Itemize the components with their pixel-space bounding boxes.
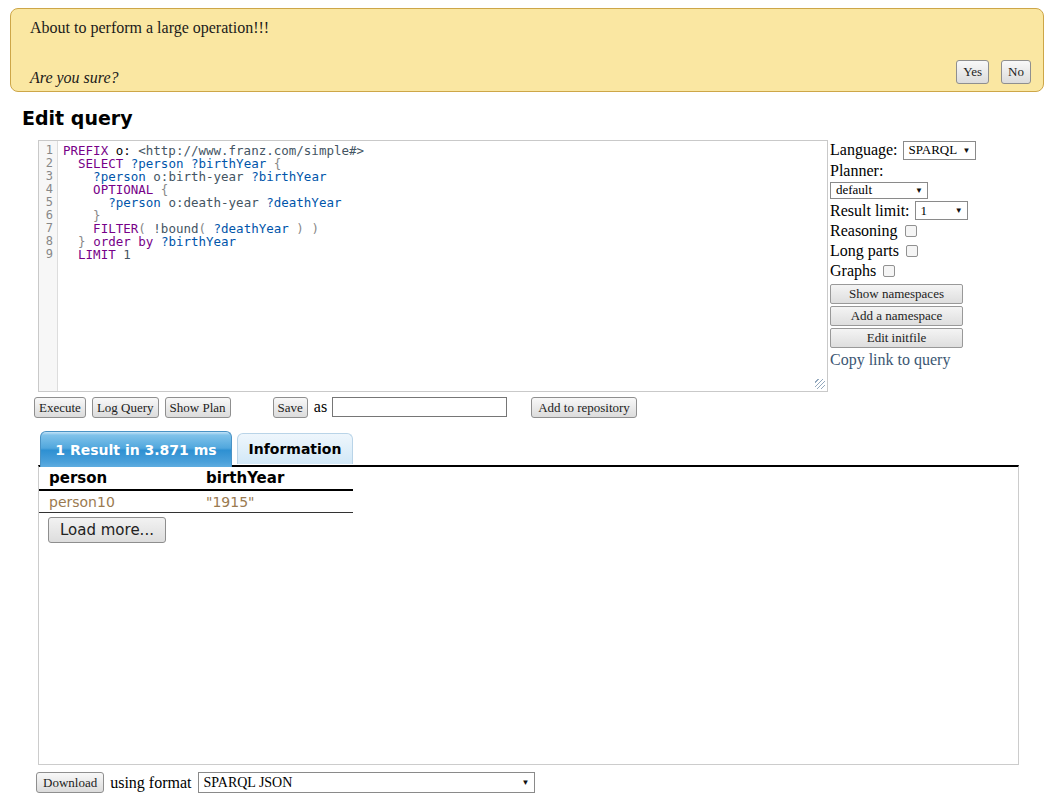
reasoning-checkbox[interactable] [905,225,917,237]
language-label: Language: [830,141,898,159]
tab-information[interactable]: Information [237,433,353,464]
resize-grip-icon[interactable] [815,379,825,389]
code-line: ?person o:birth-year ?birthYear [63,170,827,183]
copy-link-to-query-link[interactable]: Copy link to query [830,351,1025,369]
query-editor[interactable]: 123456789 PREFIX o: <http://www.franz.co… [38,140,828,392]
long-parts-label: Long parts [830,242,899,260]
code-line: LIMIT 1 [63,248,827,261]
planner-label: Planner: [830,162,1025,180]
dropdown-arrow-icon: ▼ [955,206,963,215]
warning-message: About to perform a large operation!!! [30,19,269,37]
reasoning-label: Reasoning [830,222,898,240]
tab-results[interactable]: 1 Result in 3.871 ms [40,431,232,467]
save-button[interactable]: Save [273,397,308,418]
show-namespaces-button[interactable]: Show namespaces [830,284,963,304]
load-more-button[interactable]: Load more... [48,517,166,543]
table-row: person10"1915" [39,491,353,513]
edit-initfile-button[interactable]: Edit initfile [830,328,963,348]
editor-gutter: 123456789 [39,141,58,391]
execute-button[interactable]: Execute [34,397,86,418]
show-plan-button[interactable]: Show Plan [165,397,231,418]
as-label: as [314,398,327,416]
results-body: person10"1915" [39,491,353,513]
graphs-label: Graphs [830,262,876,280]
result-literal: "1915" [206,494,353,510]
yes-button[interactable]: Yes [956,60,989,84]
planner-select[interactable]: default ▼ [830,182,928,199]
no-button[interactable]: No [1001,60,1031,84]
query-options-sidebar: Language: SPARQL ▼ Planner: default ▼ Re… [830,140,1025,369]
add-namespace-button[interactable]: Add a namespace [830,306,963,326]
column-header: person [39,469,206,487]
dropdown-arrow-icon: ▼ [522,778,530,787]
results-header-row: personbirthYear [39,467,353,491]
warning-banner: About to perform a large operation!!! Ar… [10,8,1044,92]
result-resource-link[interactable]: person10 [39,494,206,510]
dropdown-arrow-icon: ▼ [963,146,971,155]
code-line: ?person o:death-year ?deathYear [63,196,827,209]
results-table: personbirthYear person10"1915" Load more… [39,467,353,543]
dropdown-arrow-icon: ▼ [915,186,923,195]
long-parts-checkbox[interactable] [906,245,918,257]
add-to-repository-button[interactable]: Add to repository [531,397,637,418]
result-limit-select[interactable]: 1 ▼ [915,201,968,220]
language-select[interactable]: SPARQL ▼ [903,141,976,160]
code-line: } order by ?birthYear [63,235,827,248]
download-button[interactable]: Download [36,772,104,793]
result-limit-label: Result limit: [830,202,910,220]
log-query-button[interactable]: Log Query [92,397,159,418]
editor-code[interactable]: PREFIX o: <http://www.franz.com/simple#>… [58,141,827,391]
save-name-input[interactable] [332,397,507,417]
using-format-label: using format [110,774,191,792]
page-title: Edit query [22,107,133,129]
graphs-checkbox[interactable] [883,265,895,277]
confirmation-question: Are you sure? [30,69,119,87]
results-panel: personbirthYear person10"1915" Load more… [38,465,1019,765]
column-header: birthYear [206,469,353,487]
download-format-select[interactable]: SPARQL JSON ▼ [198,772,535,793]
